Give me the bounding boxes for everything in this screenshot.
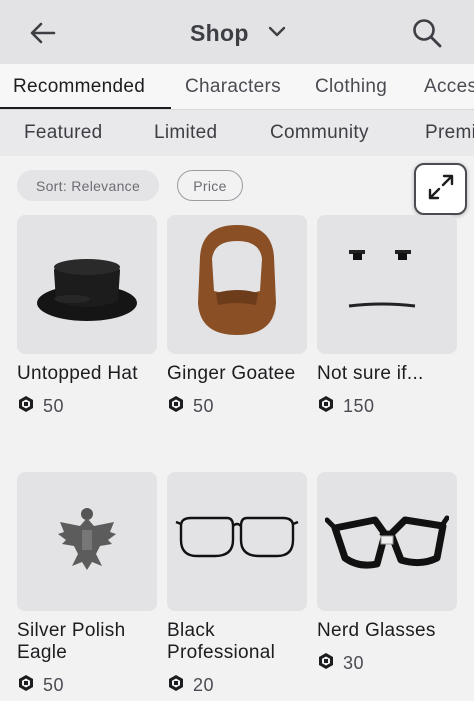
subtab-community[interactable]: Community (270, 122, 369, 144)
filter-bar: Sort: Relevance Price (0, 156, 474, 214)
back-arrow-icon[interactable] (26, 16, 60, 50)
eagle-image (52, 504, 122, 579)
robux-icon (167, 395, 185, 418)
item-card[interactable]: Silver Polish Eagle 50 (17, 472, 157, 697)
shop-title-dropdown[interactable]: Shop (190, 16, 287, 50)
item-thumbnail[interactable] (167, 215, 307, 354)
price-value: 20 (193, 675, 215, 695)
item-card[interactable]: Black Professional 20 (167, 472, 307, 697)
price-value: 150 (343, 396, 375, 416)
item-name[interactable]: Nerd Glasses (317, 620, 457, 642)
item-thumbnail[interactable] (17, 472, 157, 611)
item-name[interactable]: Black Professional (167, 620, 307, 664)
chevron-down-icon (267, 21, 287, 46)
price-filter-button[interactable]: Price (177, 170, 243, 201)
subtab-premium[interactable]: Premium (425, 122, 474, 144)
item-price: 150 (317, 395, 457, 418)
item-name[interactable]: Not sure if... (317, 363, 457, 385)
robux-icon (17, 674, 35, 697)
item-thumbnail[interactable] (167, 472, 307, 611)
tab-clothing[interactable]: Clothing (315, 76, 387, 98)
item-name[interactable]: Silver Polish Eagle (17, 620, 157, 664)
item-card[interactable]: Nerd Glasses 30 (317, 472, 457, 675)
robux-icon (317, 652, 335, 675)
sort-button[interactable]: Sort: Relevance (17, 170, 159, 201)
item-price: 30 (317, 652, 457, 675)
expand-view-button[interactable] (414, 163, 467, 215)
price-value: 30 (343, 653, 365, 673)
black-hat-image (32, 227, 142, 342)
tab-recommended[interactable]: Recommended (13, 76, 145, 98)
subtab-featured[interactable]: Featured (24, 122, 102, 144)
page-title: Shop (190, 19, 249, 46)
price-value: 50 (43, 675, 65, 695)
robux-icon (167, 674, 185, 697)
item-price: 20 (167, 674, 307, 697)
item-card[interactable]: Ginger Goatee 50 (167, 215, 307, 418)
face-image (327, 222, 447, 347)
item-thumbnail[interactable] (17, 215, 157, 354)
tab-characters[interactable]: Characters (185, 76, 281, 98)
item-thumbnail[interactable] (317, 215, 457, 354)
price-value: 50 (43, 396, 65, 416)
price-value: 50 (193, 396, 215, 416)
top-bar: Shop (0, 0, 474, 64)
item-name[interactable]: Untopped Hat (17, 363, 157, 385)
category-tabs: Recommended Characters Clothing Accessor… (0, 64, 474, 110)
item-thumbnail[interactable] (317, 472, 457, 611)
robux-icon (17, 395, 35, 418)
search-icon[interactable] (410, 16, 444, 50)
item-price: 50 (17, 674, 157, 697)
nerd-glasses-image (324, 494, 450, 589)
glasses-image (175, 504, 299, 579)
item-card[interactable]: Untopped Hat 50 (17, 215, 157, 418)
item-price: 50 (167, 395, 307, 418)
expand-icon (426, 172, 456, 207)
item-card[interactable]: Not sure if... 150 (317, 215, 457, 418)
item-price: 50 (17, 395, 157, 418)
tab-accessories[interactable]: Accessories (424, 76, 474, 98)
robux-icon (317, 395, 335, 418)
subtab-limited[interactable]: Limited (154, 122, 217, 144)
subcategory-tabs: Featured Limited Community Premium (0, 110, 474, 156)
goatee-image (172, 217, 302, 352)
item-name[interactable]: Ginger Goatee (167, 363, 307, 385)
